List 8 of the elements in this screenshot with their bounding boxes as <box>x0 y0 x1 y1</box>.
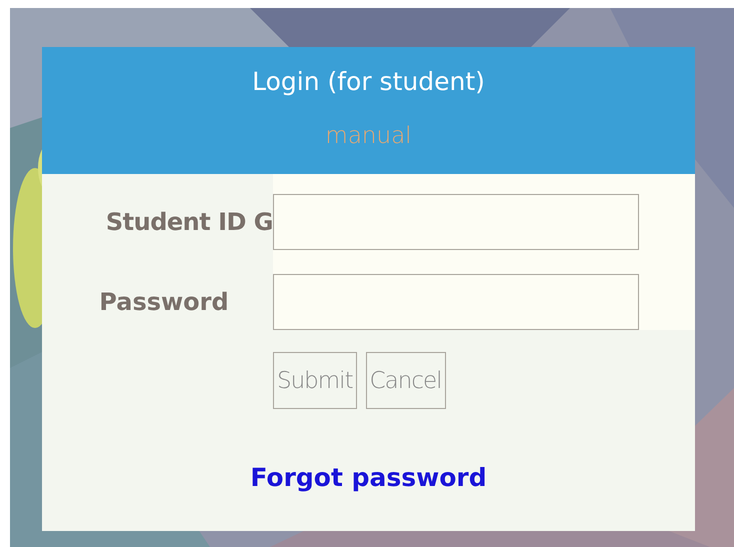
form-button[interactable]: Submit <box>273 352 357 409</box>
form-button[interactable]: Cancel <box>366 352 446 409</box>
forgot-password-link[interactable]: Forgot password <box>250 463 487 492</box>
input-field[interactable] <box>273 274 639 330</box>
dialog-title: Login (for student) <box>252 67 485 96</box>
field-label: Password <box>98 288 230 316</box>
input-field[interactable] <box>273 194 639 250</box>
field-label: Student ID G <box>104 208 273 236</box>
